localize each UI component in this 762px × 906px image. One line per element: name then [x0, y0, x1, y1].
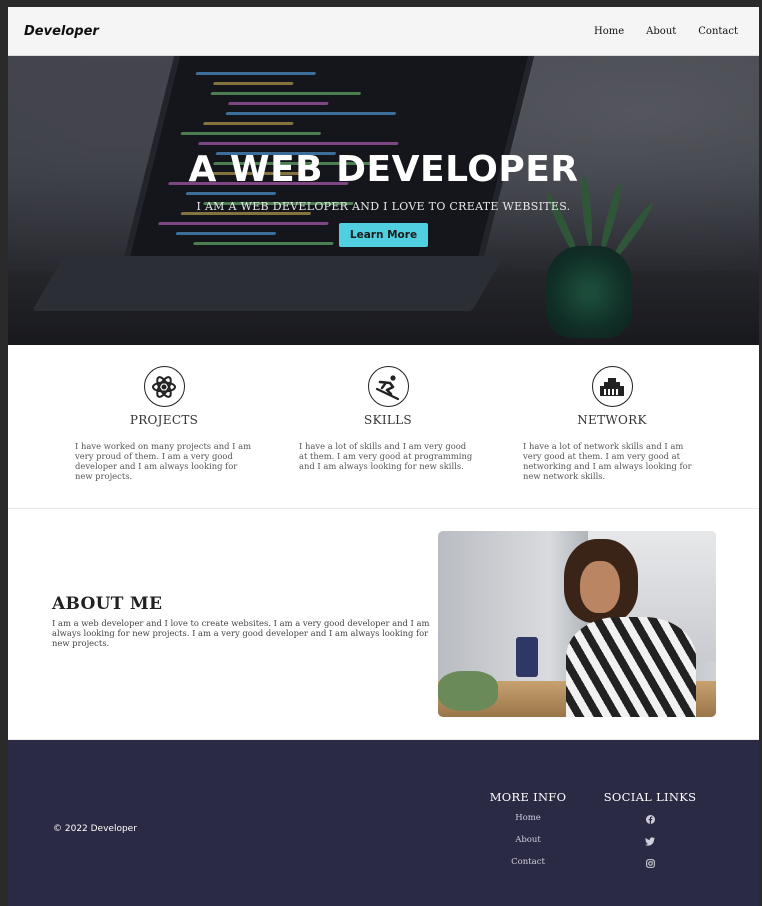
page: Developer Home About Contact A WEB DEVEL…	[8, 7, 759, 906]
footer-link-home[interactable]: Home	[515, 813, 541, 827]
footer: © 2022 Developer MORE INFO Home About Co…	[8, 740, 759, 906]
about-title: ABOUT ME	[52, 594, 163, 614]
footer-link-contact[interactable]: Contact	[511, 857, 545, 871]
network-icon	[591, 366, 633, 407]
nav-link-contact[interactable]: Contact	[698, 26, 738, 37]
service-title: SKILLS	[364, 413, 412, 427]
site-logo[interactable]: Developer	[24, 24, 99, 39]
hero-title: A WEB DEVELOPER	[188, 149, 579, 190]
hero-content: A WEB DEVELOPER I AM A WEB DEVELOPER AND…	[8, 56, 759, 345]
facebook-icon[interactable]	[643, 812, 657, 826]
service-title: PROJECTS	[129, 413, 199, 427]
about-section: ABOUT ME I am a web developer and I love…	[8, 509, 759, 740]
instagram-icon[interactable]	[643, 856, 657, 870]
service-card-projects: PROJECTS I have worked on many projects …	[74, 345, 254, 508]
atom-icon	[143, 366, 185, 407]
footer-social-title: SOCIAL LINKS	[603, 790, 697, 804]
footer-link-about[interactable]: About	[515, 835, 541, 849]
service-text: I have a lot of network skills and I am …	[523, 441, 692, 481]
hero-subtitle: I AM A WEB DEVELOPER AND I LOVE TO CREAT…	[196, 200, 571, 213]
service-text: I have a lot of skills and I am very goo…	[299, 441, 473, 471]
skier-icon	[367, 366, 409, 407]
nav-link-about[interactable]: About	[646, 26, 676, 37]
copyright-text: © 2022 Developer	[53, 824, 137, 834]
nav-link-home[interactable]: Home	[594, 26, 624, 37]
hero-section: A WEB DEVELOPER I AM A WEB DEVELOPER AND…	[8, 56, 759, 345]
footer-more-info: MORE INFO Home About Contact	[486, 790, 570, 871]
service-text: I have worked on many projects and I am …	[75, 441, 252, 481]
twitter-icon[interactable]	[643, 834, 657, 848]
footer-more-info-title: MORE INFO	[489, 790, 567, 804]
about-body: I am a web developer and I love to creat…	[52, 618, 430, 648]
service-card-skills: SKILLS I have a lot of skills and I am v…	[298, 345, 478, 508]
footer-social-links: SOCIAL LINKS	[602, 790, 698, 870]
service-card-network: NETWORK I have a lot of network skills a…	[522, 345, 702, 508]
learn-more-button[interactable]: Learn More	[339, 223, 428, 247]
about-photo	[438, 531, 716, 717]
nav-links: Home About Contact	[594, 26, 738, 37]
services-section: PROJECTS I have worked on many projects …	[8, 345, 759, 509]
about-text-block: ABOUT ME I am a web developer and I love…	[52, 594, 432, 648]
service-title: NETWORK	[577, 413, 647, 427]
navbar: Developer Home About Contact	[8, 7, 759, 56]
